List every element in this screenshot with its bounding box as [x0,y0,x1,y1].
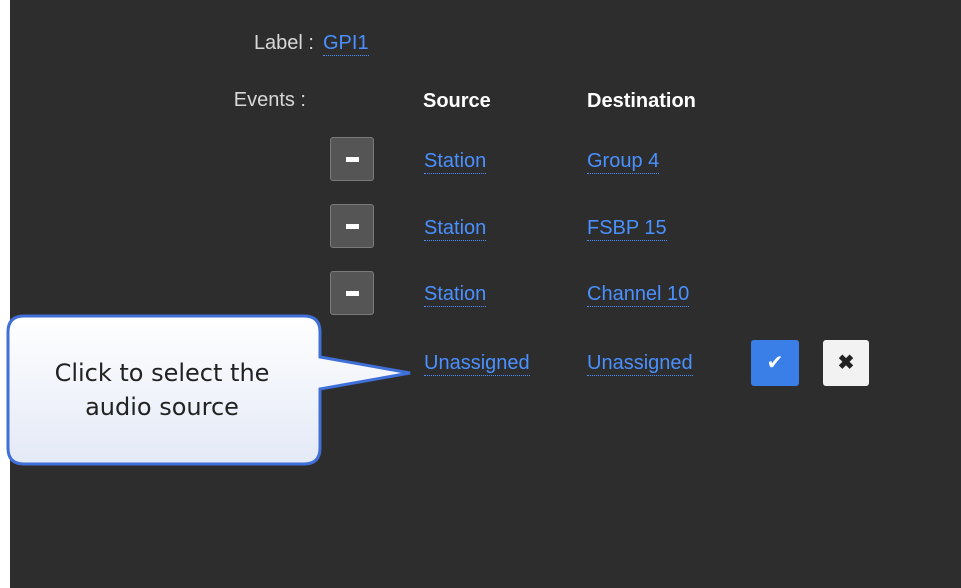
minus-icon [346,291,359,296]
callout-text: Click to select the audio source [12,356,312,424]
destination-column-header: Destination [587,90,696,112]
close-icon: ✖ [837,352,855,374]
label-value-link[interactable]: GPI1 [323,31,369,56]
cancel-event-button[interactable]: ✖ [823,340,869,386]
event-source-link[interactable]: Station [424,282,487,307]
remove-event-button[interactable] [330,137,374,181]
label-caption: Label : [253,32,314,54]
new-event-source-link[interactable]: Unassigned [424,351,530,376]
event-source-link[interactable]: Station [424,149,487,174]
source-column-header: Source [423,90,491,112]
event-destination-link[interactable]: Group 4 [587,149,660,174]
confirm-event-button[interactable]: ✔ [751,340,799,386]
remove-event-button[interactable] [330,204,374,248]
events-caption: Events : [233,89,306,111]
checkmark-icon: ✔ [766,352,784,374]
remove-event-button[interactable] [330,271,374,315]
callout-line-2: audio source [85,393,239,421]
callout-line-1: Click to select the [54,359,270,387]
event-destination-link[interactable]: Channel 10 [587,282,690,307]
event-source-link[interactable]: Station [424,216,487,241]
new-event-destination-link[interactable]: Unassigned [587,351,693,376]
event-destination-link[interactable]: FSBP 15 [587,216,667,241]
minus-icon [346,224,359,229]
minus-icon [346,157,359,162]
